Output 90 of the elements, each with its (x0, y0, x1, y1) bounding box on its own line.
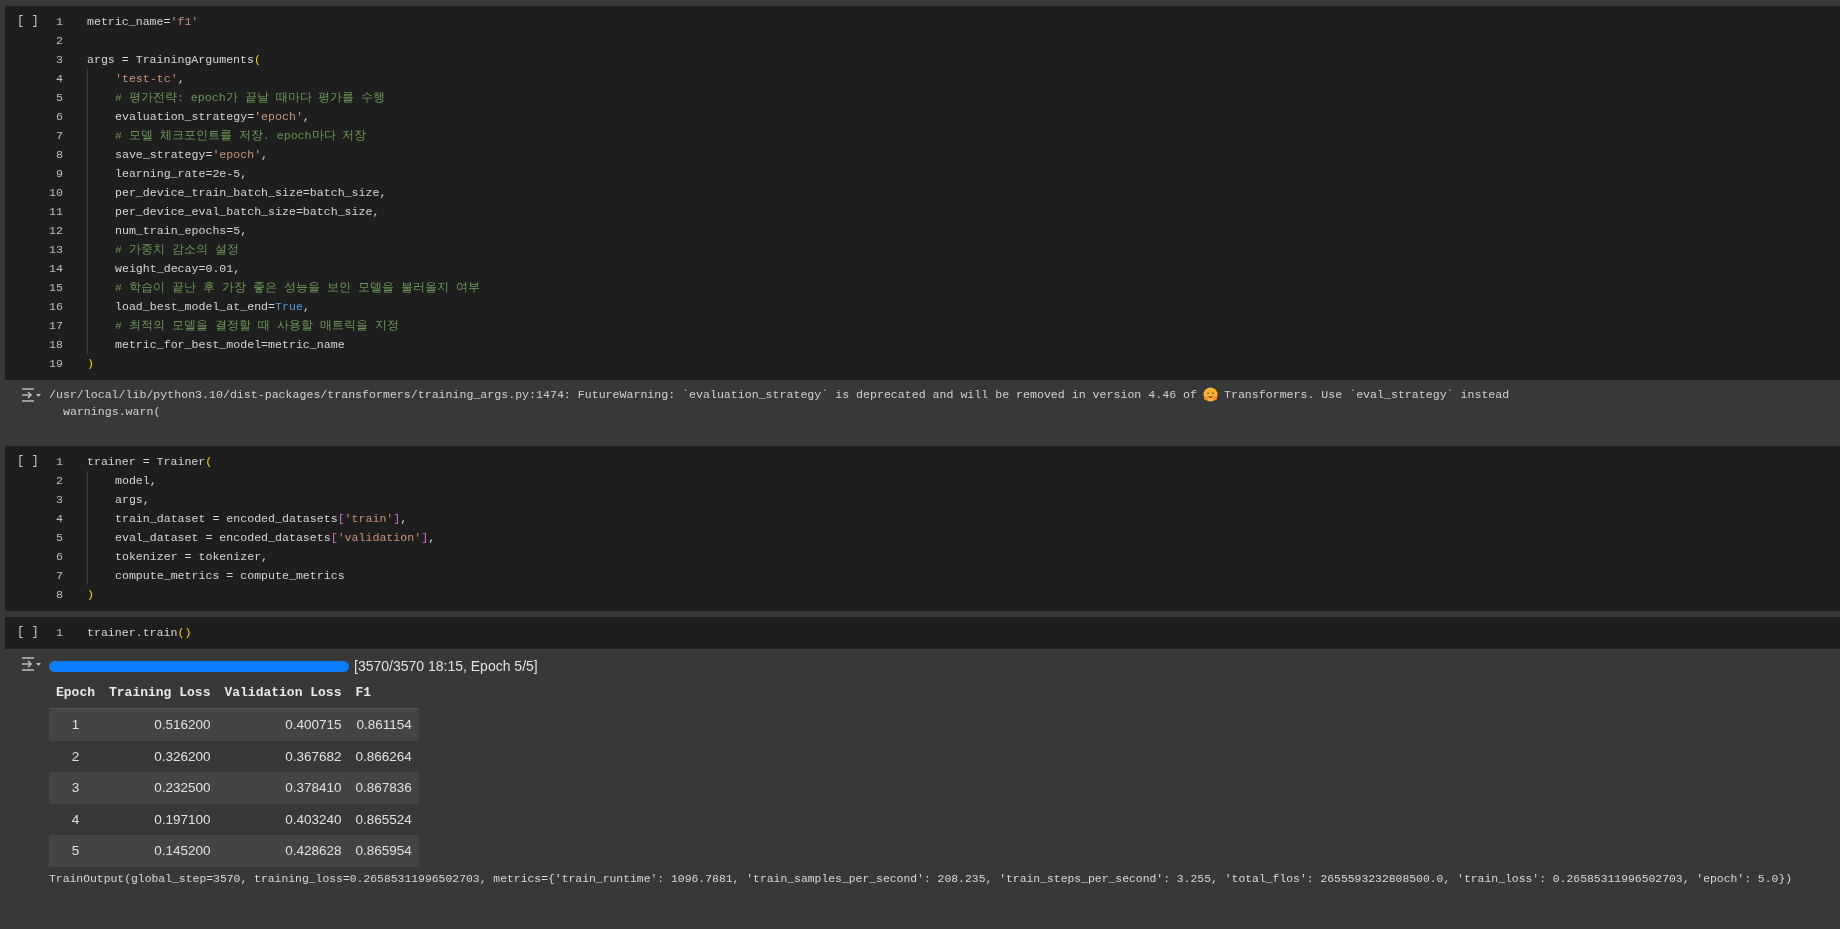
line-number: 10 (48, 185, 63, 201)
code-line: trainer = Trainer( (87, 454, 213, 470)
table-cell: 0.403240 (217, 803, 349, 835)
line-number: 16 (48, 299, 63, 315)
code-line: # 모델 체크포인트를 저장. epoch마다 저장 (115, 128, 367, 144)
line-number: 18 (48, 337, 63, 353)
line-number: 15 (48, 280, 63, 296)
line-number: 12 (48, 223, 63, 239)
table-cell: 0.861154 (348, 708, 419, 741)
output-toggle-icon[interactable] (20, 655, 42, 673)
code-line: # 최적의 모델을 결정할 때 사용할 매트릭을 지정 (115, 318, 399, 334)
run-cell-button[interactable]: [ ] (5, 452, 39, 604)
line-number: 1 (55, 625, 63, 641)
line-number: 4 (55, 71, 63, 87)
line-number: 7 (55, 568, 63, 584)
table-cell: 0.428628 (217, 835, 349, 867)
code-line: evaluation_strategy='epoch', (115, 109, 310, 125)
line-number: 1 (55, 454, 63, 470)
code-line: metric_for_best_model=metric_name (115, 337, 345, 353)
line-number: 17 (48, 318, 63, 334)
table-cell: 0.867836 (348, 772, 419, 804)
table-cell: 1 (49, 708, 102, 741)
line-number: 4 (55, 511, 63, 527)
train-output-text: TrainOutput(global_step=3570, training_loss=0.26585311996502703, metrics={'train_runtime': 1096.7881, 'train_samples_per_second': 208.235, 'train_steps_per_second': 3.255, 'total_flos': 2655593232808500.0, 'train_loss': 0.26585311996502703, 'epoch': 5.0}) (49, 872, 1793, 885)
code-line: per_device_train_batch_size=batch_size, (115, 185, 387, 201)
line-number: 5 (55, 530, 63, 546)
line-number: 7 (55, 128, 63, 144)
code-line: train_dataset = encoded_datasets['train'], (115, 511, 408, 527)
smiling-face-icon (1202, 387, 1218, 402)
table-cell: 0.326200 (102, 740, 218, 772)
column-header: Epoch (49, 680, 102, 709)
code-line: model, (115, 473, 157, 489)
line-number: 6 (55, 109, 63, 125)
run-cell-button[interactable]: [ ] (5, 623, 39, 642)
code-line: args = TrainingArguments( (87, 52, 261, 68)
code-line: # 평가전략: epoch가 끝날 때마다 평가를 수행 (115, 90, 386, 106)
code-line: 'test-tc', (115, 71, 185, 87)
code-line: tokenizer = tokenizer, (115, 549, 269, 565)
line-number: 9 (55, 166, 63, 182)
code-line: compute_metrics = compute_metrics (115, 568, 345, 584)
run-cell-button[interactable]: [ ] (5, 12, 39, 373)
table-cell: 0.232500 (102, 772, 218, 804)
column-header: F1 (348, 680, 419, 709)
column-header: Validation Loss (217, 680, 349, 709)
line-number: 3 (55, 492, 63, 508)
warning-text: Transformers. Use `eval_strategy` instead (1223, 387, 1510, 403)
table-cell: 0.516200 (102, 708, 218, 741)
table-cell: 0.866264 (348, 740, 419, 772)
line-number: 8 (55, 587, 63, 603)
warning-text: warnings.warn( (62, 404, 162, 420)
code-line: metric_name='f1' (87, 14, 199, 30)
code-line: weight_decay=0.01, (115, 261, 241, 277)
line-number: 2 (55, 473, 63, 489)
table-cell: 0.865524 (348, 803, 419, 835)
line-number: 11 (48, 204, 63, 220)
line-number: 19 (48, 356, 63, 372)
table-cell: 0.378410 (217, 772, 349, 804)
line-number: 14 (48, 261, 63, 277)
warning-text: /usr/local/lib/python3.10/dist-packages/transformers/training_args.py:1474: FutureWarning: `evaluation_strategy` is deprecated and will be removed in version 4.46 of (49, 387, 1197, 403)
line-number: 13 (48, 242, 63, 258)
code-line: trainer.train() (87, 625, 192, 641)
code-line: eval_dataset = encoded_datasets['validation'], (115, 530, 436, 546)
line-number: 2 (55, 33, 63, 49)
table-cell: 0.400715 (217, 708, 349, 741)
line-number: 3 (55, 52, 63, 68)
code-line: # 가중치 감소의 설정 (115, 242, 239, 258)
code-line: ) (87, 356, 94, 372)
line-number: 1 (55, 14, 63, 30)
table-cell: 2 (49, 740, 102, 772)
table-cell: 0.197100 (102, 803, 218, 835)
line-number: 6 (55, 549, 63, 565)
code-line: learning_rate=2e-5, (115, 166, 248, 182)
table-cell: 4 (49, 803, 102, 835)
column-header: Training Loss (102, 680, 218, 709)
output-toggle-icon[interactable] (20, 386, 42, 404)
code-line: load_best_model_at_end=True, (115, 299, 310, 315)
table-cell: 0.145200 (102, 835, 218, 867)
code-line: save_strategy='epoch', (115, 147, 269, 163)
code-line: ) (87, 587, 94, 603)
code-line: num_train_epochs=5, (115, 223, 248, 239)
table-cell: 0.367682 (217, 740, 349, 772)
code-line: per_device_eval_batch_size=batch_size, (115, 204, 380, 220)
line-number: 5 (55, 90, 63, 106)
progress-status: [3570/3570 18:15, Epoch 5/5] (354, 658, 538, 674)
table-cell: 5 (49, 835, 102, 867)
code-line: args, (115, 492, 150, 508)
code-line: # 학습이 끝난 후 가장 좋은 성능을 보인 모델을 불러올지 여부 (115, 280, 480, 296)
table-cell: 3 (49, 772, 102, 804)
table-cell: 0.865954 (348, 835, 419, 867)
line-number: 8 (55, 147, 63, 163)
